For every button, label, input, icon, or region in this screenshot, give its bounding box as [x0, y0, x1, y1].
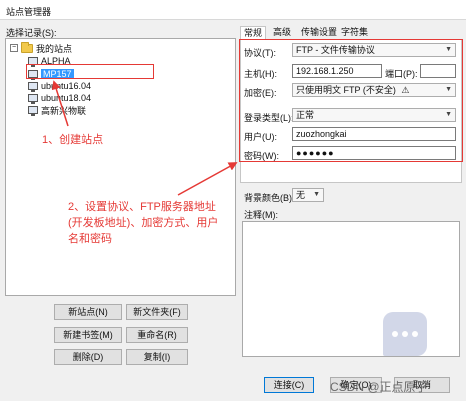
annotation-arrow-1 — [51, 80, 69, 127]
watermark: CSDN @正点原子 — [330, 380, 428, 394]
annotation-arrow-2 — [177, 162, 238, 196]
annotation-step2-line3: 名和密码 — [68, 233, 112, 245]
annotation-step1: 1、创建站点 — [42, 134, 104, 146]
chat-bubble-icon — [383, 312, 427, 356]
annotation-step2-line1: 2、设置协议、FTP服务器地址 — [68, 201, 216, 213]
annotation-step2-line2: (开发板地址)、加密方式、用户 — [68, 217, 219, 229]
